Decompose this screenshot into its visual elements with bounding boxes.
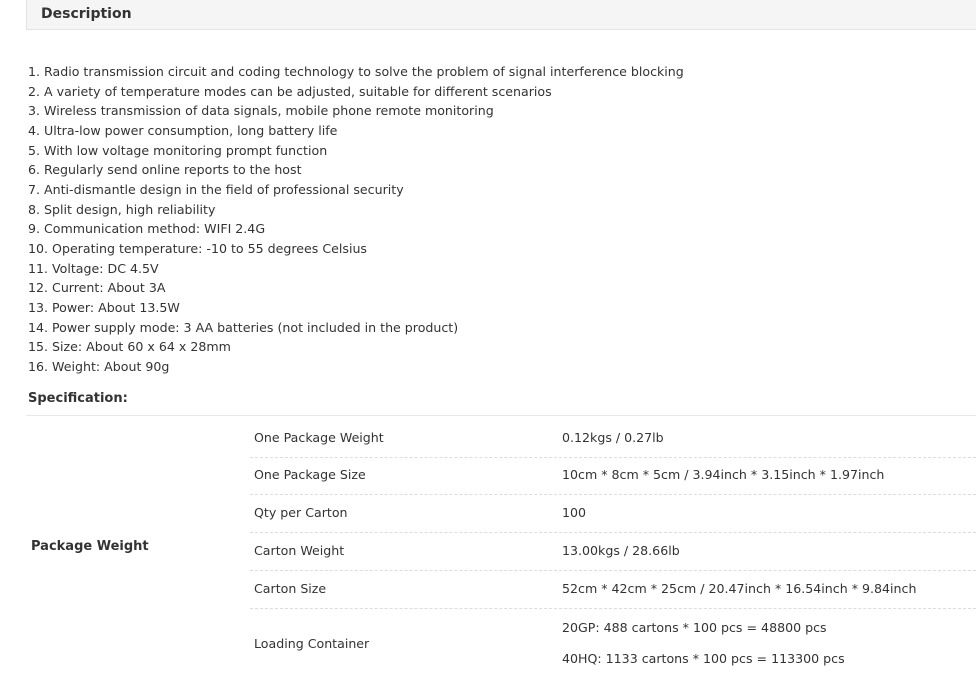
- spec-group-label: Package Weight: [31, 539, 149, 554]
- spec-value: 10cm * 8cm * 5cm / 3.94inch * 3.15inch *…: [562, 467, 885, 482]
- feature-list: 1. Radio transmission circuit and coding…: [28, 62, 684, 377]
- spec-value: 100: [562, 505, 587, 520]
- feature-item: 1. Radio transmission circuit and coding…: [28, 64, 684, 79]
- spec-row-carton-weight: Carton Weight 13.00kgs / 28.66lb: [250, 532, 976, 571]
- spec-name: Carton Size: [254, 581, 327, 596]
- spec-row-qty-per-carton: Qty per Carton 100: [250, 494, 976, 533]
- feature-item: 2. A variety of temperature modes can be…: [28, 83, 552, 99]
- feature-item: 4. Ultra-low power consumption, long bat…: [28, 123, 338, 139]
- feature-item: 5. With low voltage monitoring prompt fu…: [28, 142, 328, 158]
- spec-value: 52cm * 42cm * 25cm / 20.47inch * 16.54in…: [562, 581, 917, 596]
- spec-name: One Package Weight: [254, 430, 384, 445]
- feature-item: 7. Anti-dismantle design in the field of…: [28, 182, 404, 198]
- spec-row-loading-container: Loading Container 20GP: 488 cartons * 10…: [250, 608, 976, 676]
- feature-item: 3. Wireless transmission of data signals…: [28, 103, 494, 119]
- spec-row-carton-size: Carton Size 52cm * 42cm * 25cm / 20.47in…: [250, 570, 976, 609]
- feature-item: 10. Operating temperature: -10 to 55 deg…: [28, 241, 367, 257]
- spec-value: 13.00kgs / 28.66lb: [562, 543, 680, 558]
- feature-item: 12. Current: About 3A: [28, 280, 166, 296]
- feature-item: 14. Power supply mode: 3 AA batteries (n…: [28, 319, 459, 335]
- feature-item: 13. Power: About 13.5W: [28, 300, 180, 316]
- spec-name: Qty per Carton: [254, 505, 348, 520]
- spec-value: 40HQ: 1133 cartons * 100 pcs = 113300 pc…: [562, 651, 845, 666]
- spec-row-one-package-weight: One Package Weight 0.12kgs / 0.27lb: [250, 416, 976, 458]
- feature-item: 15. Size: About 60 x 64 x 28mm: [28, 339, 231, 355]
- feature-item: 11. Voltage: DC 4.5V: [28, 260, 159, 276]
- spec-value: 20GP: 488 cartons * 100 pcs = 48800 pcs: [562, 620, 827, 635]
- spec-value: 0.12kgs / 0.27lb: [562, 430, 664, 445]
- feature-item: 9. Communication method: WIFI 2.4G: [28, 221, 266, 237]
- description-header: Description: [26, 0, 976, 30]
- specification-title: Specification:: [28, 391, 128, 406]
- description-title: Description: [41, 6, 132, 22]
- spec-name: One Package Size: [254, 467, 366, 482]
- feature-item: 16. Weight: About 90g: [28, 359, 170, 375]
- spec-name: Loading Container: [254, 636, 370, 651]
- feature-item: 6. Regularly send online reports to the …: [28, 162, 302, 178]
- spec-name: Carton Weight: [254, 543, 345, 558]
- spec-row-one-package-size: One Package Size 10cm * 8cm * 5cm / 3.94…: [250, 457, 976, 495]
- feature-item: 8. Split design, high reliability: [28, 201, 216, 217]
